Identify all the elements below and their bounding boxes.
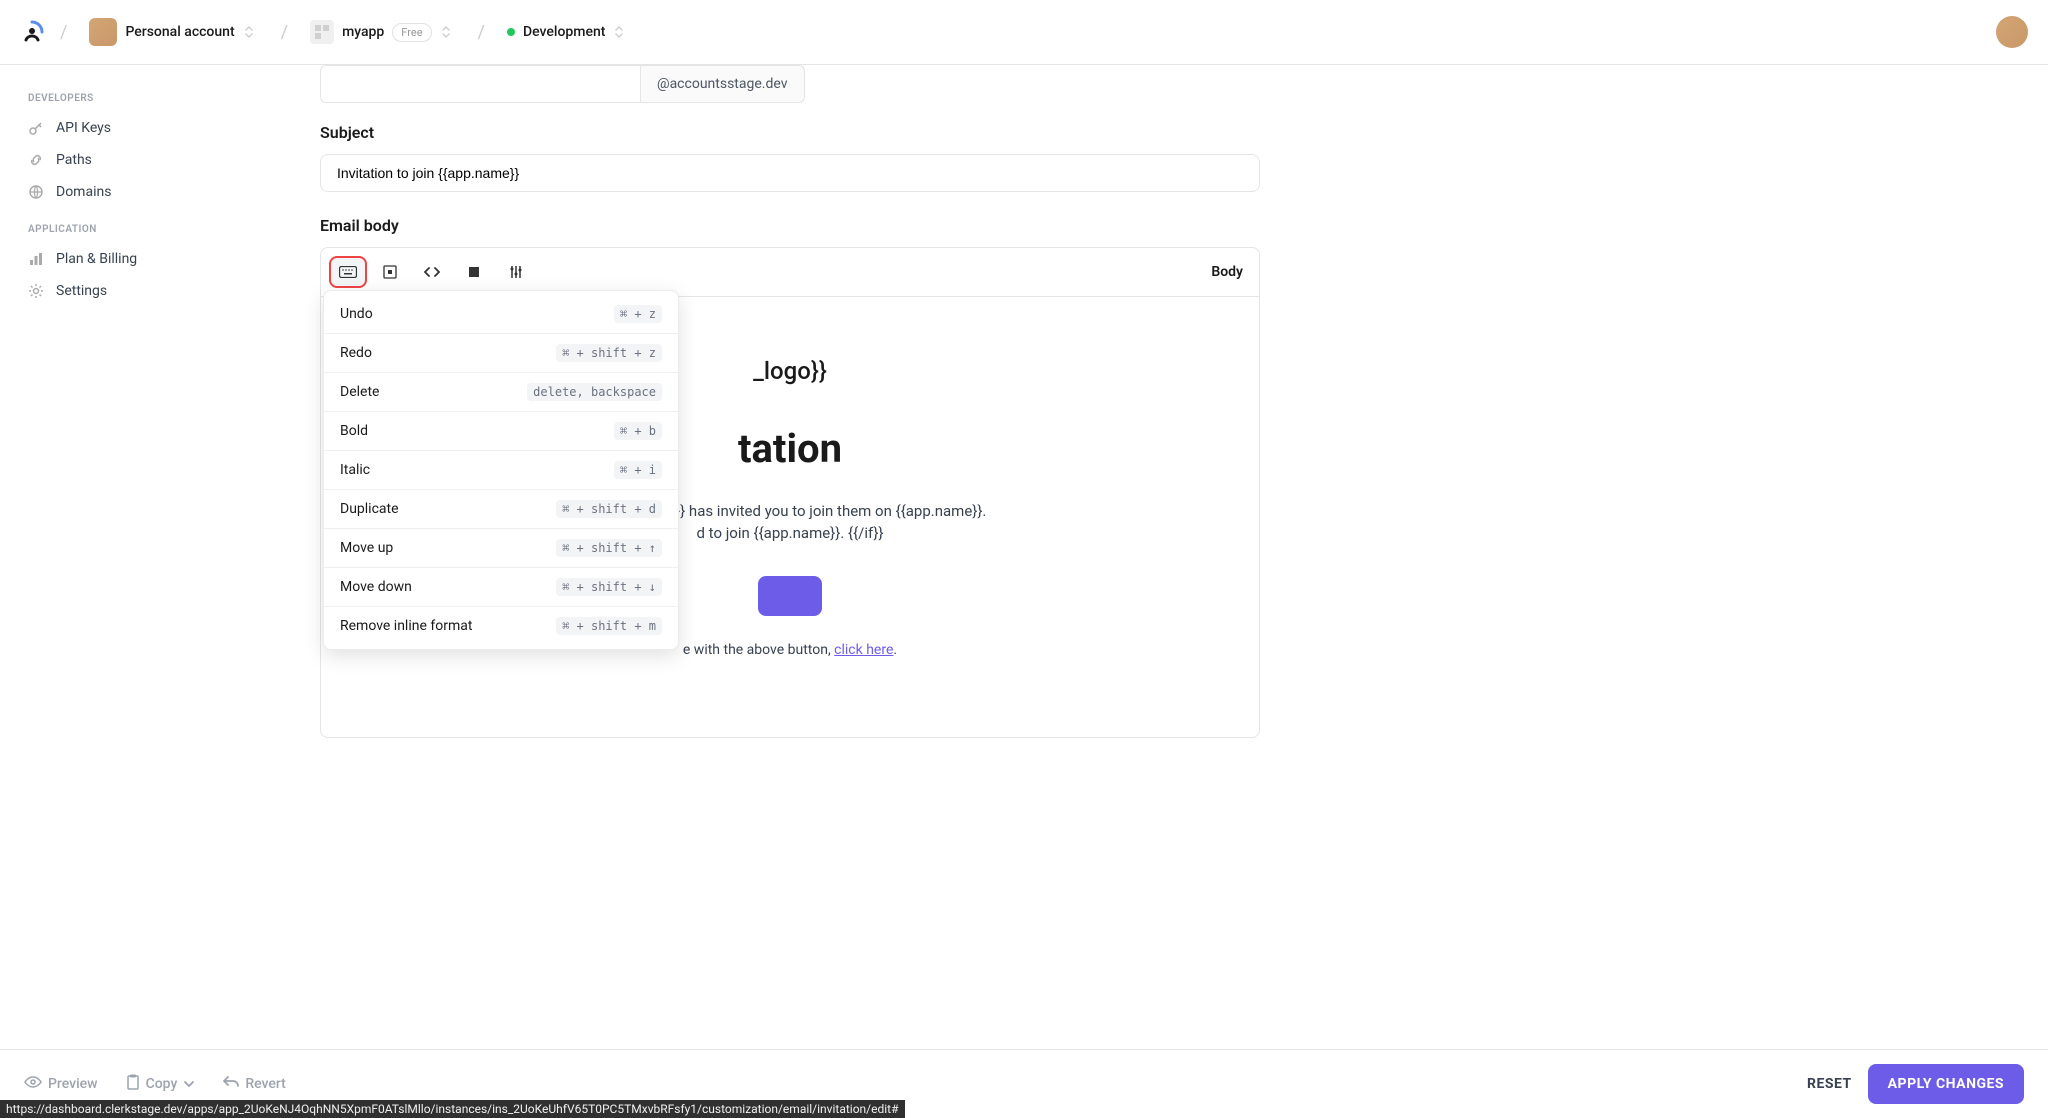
account-switcher[interactable]: Personal account — [83, 14, 264, 50]
toolbar-block-button[interactable] — [455, 256, 493, 288]
environment-status-dot — [507, 28, 515, 36]
sidebar-item-domains[interactable]: Domains — [20, 176, 260, 208]
subject-label: Subject — [320, 123, 1260, 142]
menu-shortcut: ⌘ + i — [614, 461, 662, 479]
sidebar-item-label: Settings — [56, 283, 107, 299]
link-icon — [28, 152, 44, 168]
environment-switcher[interactable]: Development — [501, 20, 635, 44]
menu-label: Redo — [340, 345, 372, 361]
eye-icon — [24, 1075, 42, 1093]
email-cta-button[interactable] — [758, 576, 821, 616]
menu-item-redo[interactable]: Redo ⌘ + shift + z — [324, 334, 678, 373]
breadcrumb-separator: / — [60, 22, 67, 43]
from-domain-suffix: @accountsstage.dev — [640, 65, 805, 103]
top-bar: / Personal account / myapp Free / Develo… — [0, 0, 2048, 65]
toolbar-sliders-button[interactable] — [497, 256, 535, 288]
sidebar-item-plan-billing[interactable]: Plan & Billing — [20, 243, 260, 275]
from-local-input[interactable] — [320, 65, 640, 103]
email-help-link[interactable]: click here — [834, 642, 893, 658]
menu-shortcut: ⌘ + shift + ↑ — [556, 539, 662, 557]
sidebar-item-label: Plan & Billing — [56, 251, 137, 267]
menu-item-duplicate[interactable]: Duplicate ⌘ + shift + d — [324, 490, 678, 529]
plan-badge: Free — [392, 23, 431, 42]
user-avatar[interactable] — [1996, 16, 2028, 48]
account-label: Personal account — [125, 24, 234, 40]
menu-label: Move down — [340, 579, 412, 595]
copy-label: Copy — [146, 1076, 178, 1092]
main-content: @accountsstage.dev Subject Email body — [280, 65, 1300, 778]
menu-item-italic[interactable]: Italic ⌘ + i — [324, 451, 678, 490]
gear-icon — [28, 283, 44, 299]
menu-label: Italic — [340, 462, 370, 478]
menu-label: Undo — [340, 306, 373, 322]
undo-arrow-icon — [223, 1075, 239, 1093]
sidebar-item-label: Paths — [56, 152, 92, 168]
sidebar-item-label: Domains — [56, 184, 111, 200]
menu-item-bold[interactable]: Bold ⌘ + b — [324, 412, 678, 451]
menu-label: Move up — [340, 540, 393, 556]
email-help-prefix: e with the above button, — [683, 642, 834, 658]
subject-input[interactable] — [320, 154, 1260, 192]
menu-item-remove-format[interactable]: Remove inline format ⌘ + shift + m — [324, 607, 678, 645]
preview-button[interactable]: Preview — [24, 1075, 98, 1093]
toolbar-keyboard-button[interactable] — [329, 256, 367, 288]
menu-shortcut: ⌘ + shift + d — [556, 500, 662, 518]
menu-item-delete[interactable]: Delete delete, backspace — [324, 373, 678, 412]
globe-icon — [28, 184, 44, 200]
sidebar-item-api-keys[interactable]: API Keys — [20, 112, 260, 144]
menu-item-undo[interactable]: Undo ⌘ + z — [324, 295, 678, 334]
menu-shortcut: ⌘ + z — [614, 305, 662, 323]
menu-shortcut: ⌘ + shift + m — [556, 617, 662, 635]
sidebar-item-settings[interactable]: Settings — [20, 275, 260, 307]
menu-item-move-down[interactable]: Move down ⌘ + shift + ↓ — [324, 568, 678, 607]
toolbar-mode-label[interactable]: Body — [1211, 264, 1243, 280]
revert-label: Revert — [245, 1076, 286, 1092]
key-icon — [28, 120, 44, 136]
email-help-suffix: . — [893, 642, 897, 658]
menu-shortcut: ⌘ + shift + z — [556, 344, 662, 362]
menu-label: Remove inline format — [340, 618, 472, 634]
copy-button[interactable]: Copy — [126, 1074, 196, 1094]
chart-icon — [28, 251, 44, 267]
clerk-logo-icon[interactable] — [20, 20, 44, 44]
menu-label: Bold — [340, 423, 368, 439]
revert-button[interactable]: Revert — [223, 1075, 286, 1093]
chevron-updown-icon — [243, 24, 259, 40]
sidebar-item-paths[interactable]: Paths — [20, 144, 260, 176]
from-domain-row: @accountsstage.dev — [320, 65, 1260, 103]
email-editor: Body Undo ⌘ + z Redo ⌘ + shift + z Delet… — [320, 247, 1260, 738]
toolbar-layout-button[interactable] — [371, 256, 409, 288]
menu-shortcut: ⌘ + shift + ↓ — [556, 578, 662, 596]
chevron-updown-icon — [613, 24, 629, 40]
menu-shortcut: delete, backspace — [527, 383, 662, 401]
preview-label: Preview — [48, 1076, 98, 1092]
body-label: Email body — [320, 216, 1260, 235]
breadcrumb: / Personal account / myapp Free / Develo… — [20, 14, 635, 50]
menu-label: Delete — [340, 384, 379, 400]
clipboard-icon — [126, 1074, 140, 1094]
toolbar-code-button[interactable] — [413, 256, 451, 288]
app-switcher[interactable]: myapp Free — [304, 16, 461, 48]
apply-changes-button[interactable]: APPLY CHANGES — [1868, 1064, 2024, 1104]
menu-label: Duplicate — [340, 501, 399, 517]
sidebar-item-label: API Keys — [56, 120, 111, 136]
editor-context-menu: Undo ⌘ + z Redo ⌘ + shift + z Delete del… — [323, 290, 679, 650]
menu-shortcut: ⌘ + b — [614, 422, 662, 440]
app-name: myapp — [342, 24, 384, 40]
browser-status-url: https://dashboard.clerkstage.dev/apps/ap… — [0, 1100, 905, 1118]
sidebar-heading-application: Application — [28, 224, 260, 235]
chevron-updown-icon — [440, 24, 456, 40]
chevron-down-icon — [183, 1076, 195, 1092]
sidebar-heading-developers: Developers — [28, 93, 260, 104]
breadcrumb-separator: / — [478, 22, 485, 43]
breadcrumb-separator: / — [281, 22, 288, 43]
app-icon — [310, 20, 334, 44]
account-avatar — [89, 18, 117, 46]
sidebar: Developers API Keys Paths Domains Applic… — [0, 65, 280, 778]
menu-item-move-up[interactable]: Move up ⌘ + shift + ↑ — [324, 529, 678, 568]
environment-label: Development — [523, 24, 605, 40]
reset-button[interactable]: RESET — [1807, 1076, 1852, 1092]
